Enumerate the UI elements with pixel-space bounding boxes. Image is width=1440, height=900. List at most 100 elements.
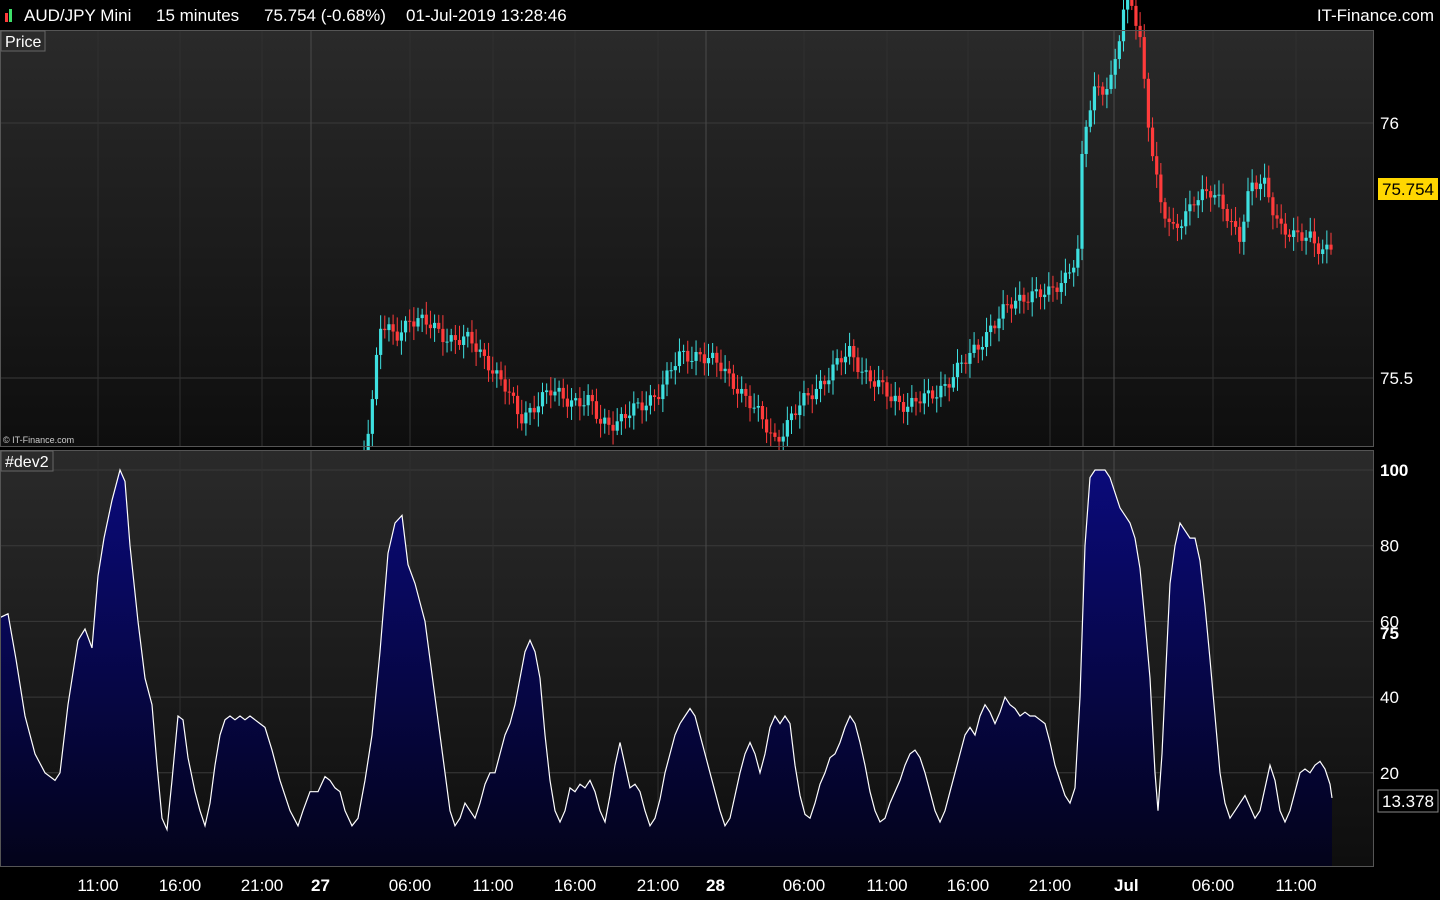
candle-body — [773, 432, 777, 437]
candle-body — [706, 358, 711, 364]
candle-body — [416, 318, 420, 327]
time-tick-label: 16:00 — [554, 876, 597, 895]
candle-body — [893, 395, 897, 402]
candle-body — [453, 335, 457, 340]
indicator-tick-label: 40 — [1380, 688, 1399, 707]
candle-body — [1072, 267, 1076, 273]
timeframe-label: 15 minutes — [156, 6, 239, 25]
candle-body — [848, 346, 852, 357]
candle-body — [1242, 221, 1246, 242]
candle-body — [1250, 182, 1254, 192]
candle-body — [603, 417, 607, 424]
candle-body — [910, 397, 914, 407]
candle-body — [1246, 191, 1250, 222]
candle-body — [1271, 197, 1275, 216]
candle-body — [960, 362, 964, 364]
candle-body — [752, 407, 756, 409]
candle-body — [1142, 37, 1146, 79]
candle-body — [486, 355, 491, 371]
candle-body — [1283, 223, 1287, 235]
candle-body — [914, 397, 918, 402]
candle-body — [615, 421, 619, 431]
candle-body — [619, 413, 623, 422]
candle-body — [1196, 200, 1200, 206]
candle-body — [578, 398, 582, 407]
candle-body — [756, 406, 760, 408]
candle-body — [1030, 291, 1034, 303]
candle-body — [408, 320, 412, 322]
candle-body — [1034, 289, 1038, 292]
candle-body — [1146, 78, 1150, 128]
time-tick-label: 16:00 — [947, 876, 990, 895]
candle-body — [1150, 127, 1155, 157]
last-indicator-value: 13.378 — [1382, 792, 1434, 811]
candle-body — [1051, 286, 1055, 288]
candle-body — [428, 324, 433, 329]
candle-body — [1292, 230, 1296, 237]
candle-body — [412, 321, 416, 327]
candle-body — [1018, 294, 1022, 301]
candle-body — [989, 325, 993, 333]
candle-body — [955, 362, 960, 378]
time-tick-label: 11:00 — [472, 876, 513, 895]
candle-body — [1126, 0, 1130, 10]
candle-body — [474, 343, 478, 352]
candle-body — [702, 354, 706, 364]
candle-body — [545, 390, 549, 393]
candle-body — [831, 364, 835, 381]
candle-body — [860, 371, 864, 373]
candle-body — [1329, 244, 1333, 250]
candle-body — [1321, 249, 1325, 254]
candle-body — [1233, 221, 1238, 227]
candle-body — [445, 341, 449, 343]
candle-body — [1113, 59, 1117, 75]
candle-body — [677, 351, 682, 367]
candle-body — [1130, 0, 1134, 6]
candle-body — [760, 406, 765, 420]
candle-body — [499, 370, 503, 380]
candle-body — [715, 352, 719, 363]
candle-body — [553, 391, 557, 396]
candle-body — [735, 388, 740, 394]
candle-body — [524, 412, 528, 424]
candle-body — [1296, 230, 1300, 233]
candle-body — [698, 351, 702, 355]
candle-body — [1047, 286, 1051, 295]
candle-body — [889, 396, 893, 402]
candle-body — [1308, 231, 1312, 238]
candle-body — [1076, 248, 1080, 268]
copyright-label: © IT-Finance.com — [3, 435, 74, 445]
candle-body — [457, 339, 462, 345]
candle-body — [765, 419, 769, 433]
candle-body — [877, 380, 881, 387]
candle-body — [1134, 5, 1138, 26]
quote-value: 75.754 (-0.68%) — [264, 6, 386, 25]
candle-body — [1084, 126, 1088, 154]
candle-body — [1300, 232, 1304, 241]
candle-body — [823, 380, 827, 385]
price-panel — [0, 30, 1374, 446]
candle-body — [1188, 204, 1192, 212]
candle-body — [383, 328, 387, 331]
candle-body — [926, 390, 931, 394]
candle-body — [723, 368, 727, 372]
candle-body — [528, 407, 532, 413]
candle-body — [590, 394, 594, 402]
candle-body — [1092, 86, 1097, 111]
candle-body — [794, 413, 798, 416]
candle-body — [586, 394, 590, 406]
time-axis: 11:00 16:00 21:00 27 06:00 11:00 16:00 21:00 28 0… — [77, 876, 1316, 895]
candle-body — [466, 331, 470, 337]
candle-body — [557, 387, 561, 392]
candle-body — [1155, 156, 1159, 175]
candle-body — [437, 322, 441, 329]
candle-body — [1097, 86, 1101, 88]
candle-body — [682, 350, 686, 352]
candle-body — [1109, 74, 1113, 90]
time-tick-label: 06:00 — [783, 876, 826, 895]
candle-body — [669, 370, 673, 372]
candle-body — [856, 357, 860, 373]
time-tick-label: 21:00 — [637, 876, 680, 895]
candle-body — [661, 384, 665, 400]
time-tick-label: 11:00 — [77, 876, 118, 895]
